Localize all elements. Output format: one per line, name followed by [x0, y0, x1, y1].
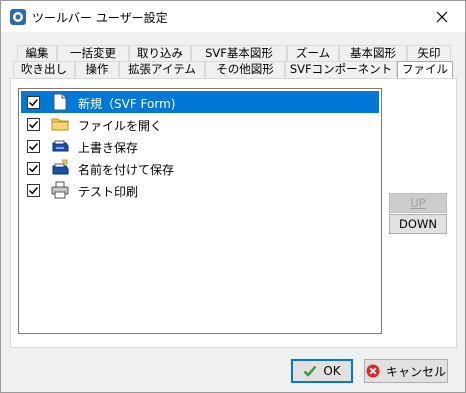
tab-label: ズーム — [295, 46, 331, 60]
close-button[interactable] — [419, 1, 465, 32]
checkbox[interactable] — [27, 140, 40, 153]
checkmark-icon — [28, 98, 39, 107]
tab-label: 編集 — [25, 46, 49, 60]
tab-bulk-change[interactable]: 一括変更 — [57, 45, 129, 61]
close-icon — [436, 11, 448, 22]
tab-svf-basic-shapes[interactable]: SVF基本図形 — [191, 45, 287, 61]
toolbar-settings-dialog: ツールバー ユーザー設定 編集 一括変更 取り込み SVF基本図形 ズーム 基本… — [0, 0, 466, 393]
tab-label: 取り込み — [137, 46, 183, 60]
item-label: 上書き保存 — [78, 141, 139, 155]
tab-label: その他図形 — [216, 62, 274, 76]
tab-file[interactable]: ファイル — [397, 61, 453, 78]
printer-icon — [51, 181, 69, 199]
tab-extended-items[interactable]: 拡張アイテム — [119, 61, 205, 77]
save-as-icon — [52, 159, 69, 175]
tab-row-1: 編集 一括変更 取り込み SVF基本図形 ズーム 基本図形 矢印 — [1, 45, 465, 61]
checkmark-icon — [28, 120, 39, 129]
item-label: テスト印刷 — [78, 185, 139, 199]
move-up-label: UP — [410, 196, 426, 210]
checkbox[interactable] — [27, 162, 40, 175]
tab-zoom[interactable]: ズーム — [287, 45, 339, 61]
list-item[interactable]: 名前を付けて保存 — [21, 157, 379, 179]
tab-other-shapes[interactable]: その他図形 — [205, 61, 285, 77]
tab-arrows[interactable]: 矢印 — [407, 45, 451, 61]
tab-label: 一括変更 — [70, 46, 116, 60]
move-down-button[interactable]: DOWN — [389, 214, 447, 234]
tab-operations[interactable]: 操作 — [75, 61, 119, 77]
tab-label: 吹き出し — [21, 62, 67, 76]
checkbox[interactable] — [27, 96, 40, 109]
checkbox[interactable] — [27, 118, 40, 131]
checkmark-icon — [28, 164, 39, 173]
move-up-button[interactable]: UP — [389, 193, 447, 213]
tab-label: 矢印 — [417, 46, 441, 60]
list-item[interactable]: ファイルを開く — [21, 113, 379, 135]
tab-label: SVFコンポーネント — [289, 62, 393, 76]
tab-label: 操作 — [85, 62, 109, 76]
item-label: 名前を付けて保存 — [78, 163, 175, 177]
checkmark-icon — [304, 365, 317, 377]
item-label: ファイルを開く — [78, 119, 163, 133]
tab-edit[interactable]: 編集 — [17, 45, 57, 61]
tab-basic-shapes[interactable]: 基本図形 — [339, 45, 407, 61]
tab-import[interactable]: 取り込み — [129, 45, 191, 61]
title-bar: ツールバー ユーザー設定 — [1, 1, 465, 32]
tab-label: ファイル — [402, 62, 448, 76]
app-icon — [10, 9, 26, 25]
window-title: ツールバー ユーザー設定 — [32, 11, 168, 25]
list-item[interactable]: 上書き保存 — [21, 135, 379, 157]
cancel-button[interactable]: キャンセル — [364, 359, 448, 383]
new-document-icon — [53, 93, 67, 111]
ok-button[interactable]: OK — [291, 359, 353, 383]
tab-svf-components[interactable]: SVFコンポーネント — [285, 61, 397, 77]
tab-row-2: 吹き出し 操作 拡張アイテム その他図形 SVFコンポーネント ファイル — [1, 61, 465, 78]
tab-label: 拡張アイテム — [128, 62, 196, 76]
cancel-label: キャンセル — [385, 364, 446, 379]
save-icon — [52, 140, 69, 152]
cancel-icon — [366, 364, 380, 378]
item-label: 新規（SVF Form) — [78, 97, 176, 111]
command-list[interactable]: 新規（SVF Form) ファイルを開く 上書き保存 名前を付けて保存 テスト印… — [18, 88, 382, 334]
list-item[interactable]: テスト印刷 — [21, 179, 379, 201]
move-down-label: DOWN — [399, 217, 437, 231]
tab-callout[interactable]: 吹き出し — [13, 61, 75, 77]
ok-label: OK — [323, 364, 341, 378]
checkbox[interactable] — [27, 184, 40, 197]
list-item[interactable]: 新規（SVF Form) — [21, 91, 379, 113]
open-folder-icon — [51, 118, 69, 131]
checkmark-icon — [28, 186, 39, 195]
checkmark-icon — [28, 142, 39, 151]
tab-label: 基本図形 — [350, 46, 396, 60]
tab-label: SVF基本図形 — [205, 46, 273, 60]
